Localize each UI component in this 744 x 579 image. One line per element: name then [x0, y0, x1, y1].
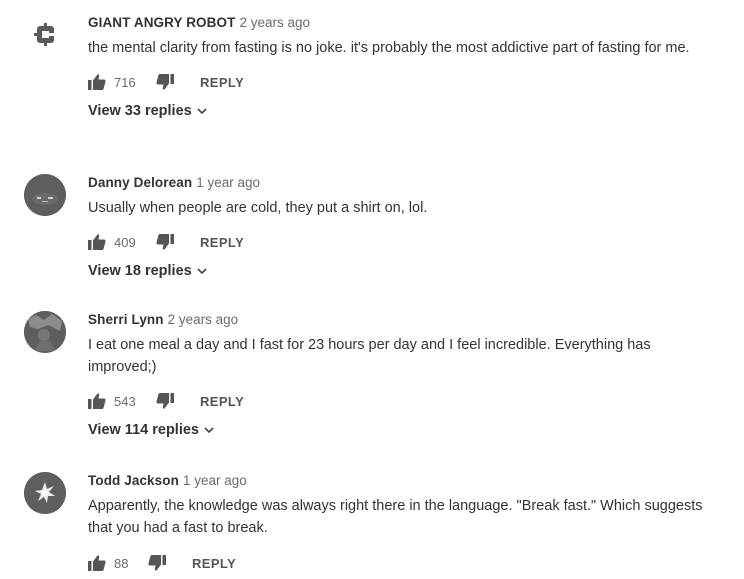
like-count: 543: [114, 393, 136, 409]
reply-button[interactable]: REPLY: [192, 551, 236, 575]
thumbs-up-icon: [88, 555, 106, 571]
reply-button[interactable]: REPLY: [200, 389, 244, 413]
reply-button[interactable]: REPLY: [200, 70, 244, 94]
chevron-down-icon: [197, 268, 207, 275]
thumbs-up-icon: [88, 393, 106, 409]
robot-logo-icon: [34, 23, 54, 46]
comment-author[interactable]: GIANT ANGRY ROBOT: [88, 15, 235, 30]
comment-text: the mental clarity from fasting is no jo…: [88, 40, 690, 56]
view-replies-button[interactable]: View 114 replies: [88, 420, 720, 440]
chevron-down-icon: [197, 108, 207, 115]
view-replies-label: View 18 replies: [88, 263, 192, 279]
view-replies-button[interactable]: View 33 replies: [88, 101, 720, 121]
like-count: 88: [114, 555, 129, 571]
comment-timestamp[interactable]: 1 year ago: [183, 473, 247, 488]
comment-timestamp[interactable]: 2 years ago: [168, 312, 239, 327]
like-button[interactable]: [88, 389, 108, 413]
view-replies-label: View 33 replies: [88, 103, 192, 119]
like-button[interactable]: [88, 70, 108, 94]
comment-text: I eat one meal a day and I fast for 23 h…: [88, 337, 651, 375]
comment-text: Usually when people are cold, they put a…: [88, 200, 428, 216]
comment-author[interactable]: Todd Jackson: [88, 473, 179, 488]
comment-header: Danny Delorean 1 year ago: [88, 174, 720, 192]
comment-actions: 543 REPLY: [88, 389, 720, 413]
comment-header: GIANT ANGRY ROBOT 2 years ago: [88, 14, 720, 32]
dislike-button[interactable]: [156, 230, 176, 254]
dislike-button[interactable]: [148, 551, 168, 575]
comments-list: GIANT ANGRY ROBOT 2 years ago the mental …: [0, 0, 744, 579]
avatar[interactable]: [24, 472, 66, 514]
dislike-button[interactable]: [156, 389, 176, 413]
chevron-down-icon: [204, 427, 214, 434]
thumbs-down-icon: [156, 234, 174, 250]
comment-actions: 88 REPLY: [88, 551, 720, 575]
comment-author[interactable]: Danny Delorean: [88, 175, 192, 190]
view-replies-label: View 114 replies: [88, 422, 199, 438]
like-button[interactable]: [88, 551, 108, 575]
comment-author[interactable]: Sherri Lynn: [88, 312, 164, 327]
comment-actions: 716 REPLY: [88, 70, 720, 94]
thumbs-up-icon: [88, 234, 106, 250]
comment-header: Todd Jackson 1 year ago: [88, 472, 720, 490]
user-photo: [24, 174, 66, 216]
thumbs-down-icon: [148, 555, 166, 571]
comment-timestamp[interactable]: 2 years ago: [239, 15, 310, 30]
like-button[interactable]: [88, 230, 108, 254]
comment-header: Sherri Lynn 2 years ago: [88, 311, 720, 329]
thumbs-down-icon: [156, 74, 174, 90]
user-photo: [24, 311, 66, 353]
user-photo: [24, 472, 66, 514]
like-count: 409: [114, 234, 136, 250]
thumbs-up-icon: [88, 74, 106, 90]
avatar[interactable]: [24, 14, 66, 56]
dislike-button[interactable]: [156, 70, 176, 94]
reply-button[interactable]: REPLY: [200, 230, 244, 254]
avatar[interactable]: [24, 174, 66, 216]
comment-text: Apparently, the knowledge was always rig…: [88, 498, 703, 536]
comment-actions: 409 REPLY: [88, 230, 720, 254]
like-count: 716: [114, 74, 136, 90]
thumbs-down-icon: [156, 393, 174, 409]
view-replies-button[interactable]: View 18 replies: [88, 261, 720, 281]
comment-timestamp[interactable]: 1 year ago: [196, 175, 260, 190]
avatar[interactable]: [24, 311, 66, 353]
